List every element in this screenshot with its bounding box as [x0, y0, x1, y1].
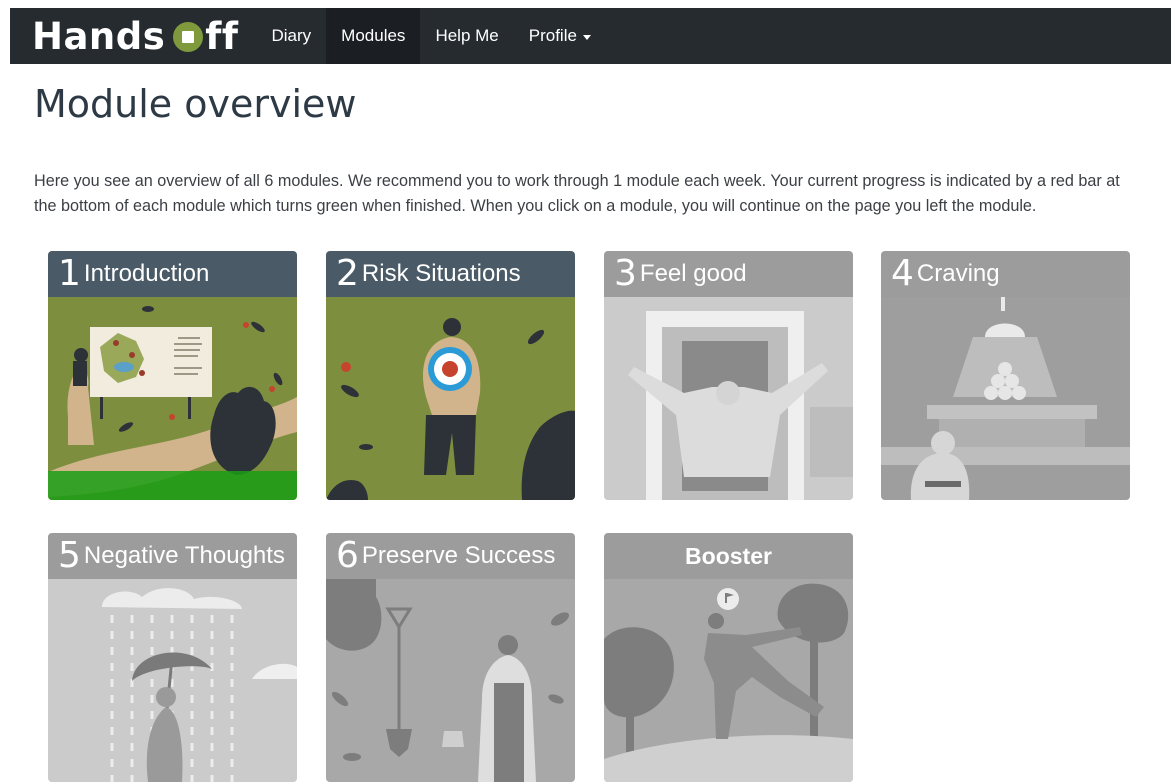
module-title: Feel good: [639, 260, 747, 287]
nav-modules-label: Modules: [341, 26, 406, 45]
nav-diary-label: Diary: [271, 26, 312, 45]
module-number: 3: [614, 253, 637, 294]
module-header: 3 Feel good: [604, 251, 853, 297]
module-number: 6: [336, 535, 359, 576]
module-header: 2 Risk Situations: [326, 251, 575, 297]
module-title: Craving: [916, 260, 1000, 287]
module-number: 2: [336, 253, 359, 294]
brand-text-part1: Hands: [32, 14, 166, 58]
page-title: Module overview: [34, 82, 357, 126]
module-title: Preserve Success: [361, 542, 556, 569]
module-title: Negative Thoughts: [83, 542, 285, 569]
brand-o-stop-icon: [173, 22, 204, 52]
module-title: Introduction: [83, 260, 210, 287]
module-illustration: [326, 297, 575, 500]
module-illustration: [326, 579, 575, 782]
nav-profile-label: Profile: [528, 26, 577, 45]
nav-item-diary[interactable]: Diary: [257, 8, 327, 64]
module-illustration: [48, 579, 297, 782]
module-title: Risk Situations: [361, 260, 521, 287]
module-number: 5: [58, 535, 81, 576]
module-card-introduction[interactable]: 1 Introduction: [48, 251, 297, 500]
module-header: 4 Craving: [881, 251, 1130, 297]
caret-down-icon: [582, 34, 591, 40]
brand-logo[interactable]: Hands ff: [10, 8, 257, 64]
nav-item-profile-dropdown[interactable]: Profile: [514, 8, 606, 64]
module-card-craving[interactable]: 4 Craving: [881, 251, 1130, 500]
intro-text: Here you see an overview of all 6 module…: [34, 172, 1120, 215]
module-number: 1: [58, 253, 81, 294]
module-header: Booster: [604, 533, 853, 579]
module-card-risk-situations[interactable]: 2 Risk Situations: [326, 251, 575, 500]
top-navbar: Hands ff Diary Modules Help Me Profile: [10, 8, 1171, 64]
nav-help-me-label: Help Me: [435, 26, 499, 45]
module-card-negative-thoughts[interactable]: 5 Negative Thoughts: [48, 533, 297, 782]
module-card-feel-good[interactable]: 3 Feel good: [604, 251, 853, 500]
module-illustration: [604, 579, 853, 782]
module-title: Booster: [685, 543, 772, 569]
nav-item-help-me[interactable]: Help Me: [420, 8, 513, 64]
module-illustration: [881, 297, 1130, 500]
module-header: 6 Preserve Success: [326, 533, 575, 579]
module-illustration: [604, 297, 853, 500]
module-card-preserve-success[interactable]: 6 Preserve Success: [326, 533, 575, 782]
nav-item-modules[interactable]: Modules: [326, 8, 421, 64]
brand-text-part2: ff: [205, 14, 239, 58]
module-header: 5 Negative Thoughts: [48, 533, 297, 579]
module-progress-bar: [48, 471, 297, 500]
module-number: 4: [891, 253, 914, 294]
module-illustration: [48, 297, 297, 500]
module-header: 1 Introduction: [48, 251, 297, 297]
module-card-booster[interactable]: Booster: [604, 533, 853, 782]
